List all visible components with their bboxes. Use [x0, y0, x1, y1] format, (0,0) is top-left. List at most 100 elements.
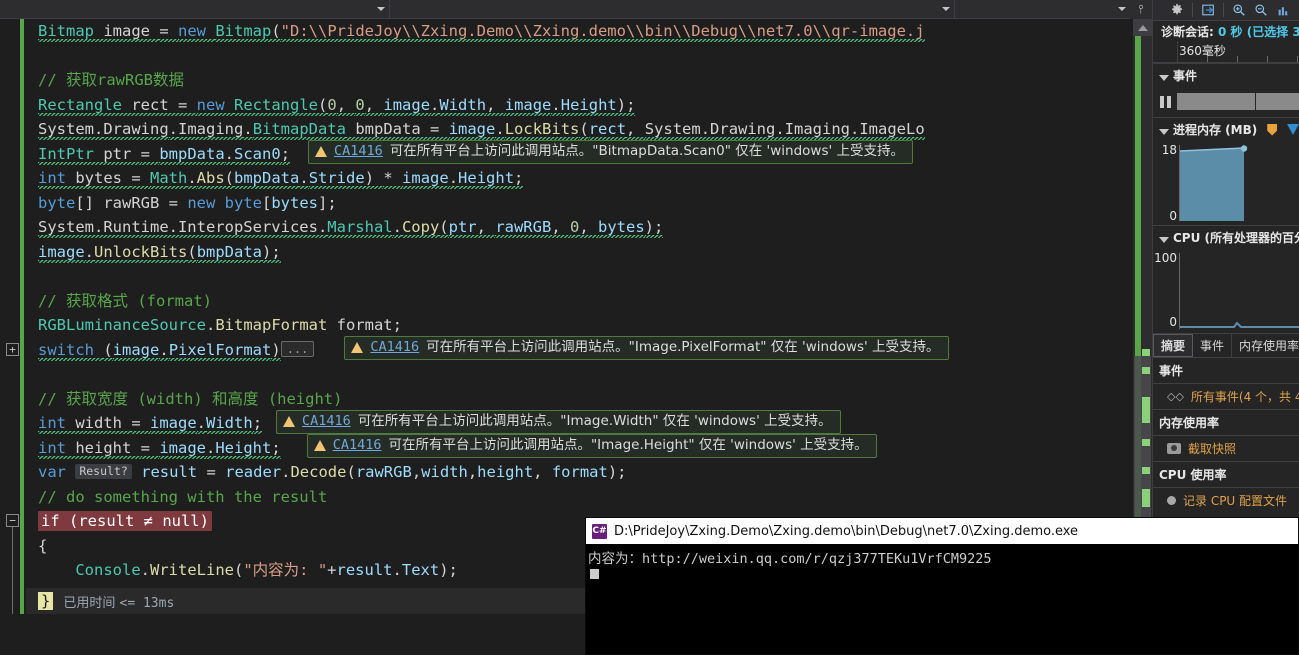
code-line[interactable]: System.Runtime.InteropServices.Marshal.C… [26, 215, 1133, 240]
highlighted-statement: if (result ≠ null) [38, 511, 212, 531]
zoom-out-icon[interactable] [1251, 1, 1271, 20]
code-token: RGBLuminanceSource [38, 316, 206, 334]
code-token: Drawing [103, 120, 169, 142]
code-text: image.UnlockBits(bmpData); [38, 242, 281, 265]
diagnostic-code-link[interactable]: CA1416 [334, 142, 383, 161]
tab-events[interactable]: 事件 [1193, 334, 1233, 357]
process-memory-section-header[interactable]: 进程内存 (MB) [1153, 117, 1299, 141]
code-token: . [187, 169, 197, 191]
take-snapshot-link[interactable]: 截取快照 [1153, 436, 1299, 461]
code-token: 0 [327, 95, 337, 118]
zoom-in-icon[interactable] [1229, 1, 1249, 20]
scrollbar-mark [1142, 489, 1150, 507]
code-token: Height [458, 169, 515, 191]
close-brace-highlight: } [38, 592, 54, 610]
diagnostic-code-link[interactable]: CA1416 [333, 436, 382, 455]
code-line[interactable]: int bytes = Math.Abs(bmpData.Stride) * i… [26, 166, 1133, 191]
diagnostic-code-link[interactable]: CA1416 [302, 412, 351, 431]
code-token: ptr [448, 218, 477, 240]
code-token: image [448, 120, 496, 142]
code-line[interactable] [26, 362, 1133, 387]
code-token: "D:\\PrideJoy\\Zxing.Demo\\Zxing.demo\\b… [280, 22, 925, 44]
ruler-tick [1237, 56, 1238, 62]
code-token: ; [252, 414, 263, 436]
code-token: , [579, 218, 598, 240]
expand-region-icon[interactable]: + [6, 342, 19, 356]
code-line[interactable]: // 获取格式 (format) [26, 289, 1133, 314]
code-line[interactable]: // 获取宽度 (width) 和高度 (height) [26, 387, 1133, 412]
code-line[interactable] [26, 264, 1133, 289]
code-token: Abs [196, 169, 225, 191]
tab-summary[interactable]: 摘要 [1153, 334, 1194, 357]
code-line[interactable]: System.Drawing.Imaging.BitmapData bmpDat… [26, 117, 1133, 142]
fold-guide-line [12, 527, 13, 619]
pause-icon[interactable] [1153, 96, 1177, 108]
code-line[interactable]: IntPtr ptr = bmpData.Scan0; CA1416 可在所有平台上… [26, 140, 1133, 167]
code-token: , [467, 463, 478, 481]
record-cpu-profile-link[interactable]: 记录 CPU 配置文件 [1153, 488, 1299, 513]
collapsed-region-box[interactable]: ... [280, 340, 315, 357]
summary-all-events-link[interactable]: ◇◇ 所有事件(4 个，共 4 [1153, 384, 1299, 409]
gear-icon[interactable] [1167, 1, 1187, 20]
editor-navigation-bar: ⫯ [0, 0, 1152, 19]
code-line[interactable]: RGBLuminanceSource.BitmapFormat format; [26, 313, 1133, 338]
code-token: . [495, 120, 505, 142]
inline-diagnostic-chip[interactable]: CA1416 可在所有平台上访问此调用站点。"Image.PixelFormat"… [344, 336, 949, 360]
code-token: = [159, 22, 178, 44]
inline-diagnostic-chip[interactable]: CA1416 可在所有平台上访问此调用站点。"Image.Height" 仅在 '… [306, 434, 877, 458]
code-token: ); [607, 463, 627, 481]
amber-marker-icon[interactable] [1267, 123, 1277, 136]
code-text: Bitmap image = new Bitmap("D:\\PrideJoy\… [38, 22, 925, 44]
cpu-line-series [1180, 321, 1299, 328]
code-token: width [66, 414, 132, 436]
code-token: , [551, 218, 570, 240]
nav-dropdown-project[interactable] [0, 0, 390, 19]
code-line[interactable]: // 获取rawRGB数据 [26, 68, 1133, 93]
code-line[interactable] [26, 44, 1133, 69]
code-token: [] rawRGB [75, 193, 169, 212]
code-line[interactable]: var Result? result = reader.Decode(rawRG… [26, 460, 1133, 485]
inline-diagnostic-chip[interactable]: CA1416 可在所有平台上访问此调用站点。"BitmapData.Scan0" … [308, 140, 914, 164]
scroll-up-arrow-icon[interactable] [1133, 19, 1152, 36]
open-in-new-icon[interactable] [1198, 1, 1218, 20]
console-title-bar[interactable]: C# D:\PrideJoy\Zxing.Demo\Zxing.demo\bin… [586, 518, 1298, 544]
elapsed-time-label: 已用时间 <= 13ms [63, 595, 175, 611]
console-window[interactable]: C# D:\PrideJoy\Zxing.Demo\Zxing.demo\bin… [585, 517, 1299, 655]
memory-plot-area [1179, 145, 1299, 221]
code-token: new [178, 22, 216, 44]
warning-triangle-icon [283, 415, 296, 427]
inline-diagnostic-chip[interactable]: CA1416 可在所有平台上访问此调用站点。"Image.Width" 仅在 'w… [276, 409, 841, 434]
code-line[interactable]: Bitmap image = new Bitmap("D:\\PrideJoy\… [26, 19, 1133, 44]
blue-marker-icon[interactable] [1287, 124, 1299, 135]
code-line[interactable]: byte[] rawRGB = new byte[bytes]; [26, 191, 1133, 216]
tab-memory-usage[interactable]: 内存使用率 [1232, 334, 1299, 357]
nav-dropdown-type[interactable] [390, 0, 955, 19]
toolbar-separator [1223, 3, 1224, 17]
cpu-section-header[interactable]: CPU (所有处理器的百分 [1153, 225, 1299, 249]
code-line[interactable]: Rectangle rect = new Rectangle(0, 0, ima… [26, 93, 1133, 118]
ruler-label: 360毫秒 [1179, 44, 1226, 58]
bar-chart-icon[interactable] [1273, 1, 1293, 20]
split-window-icon[interactable]: ⫯ [1130, 0, 1152, 19]
code-token: format [551, 463, 608, 481]
collapse-region-icon[interactable]: − [6, 514, 19, 527]
diagnostic-message: 可在所有平台上访问此调用站点。"Image.Height" 仅在 'window… [388, 437, 868, 453]
events-section-header[interactable]: 事件 [1153, 63, 1299, 87]
code-line[interactable]: int height = image.Height; CA1416 可在所有平台上访… [26, 434, 1133, 461]
code-line[interactable]: int width = image.Width; CA1416 可在所有平台上访问此… [26, 409, 1133, 436]
diagnostic-code-link[interactable]: CA1416 [370, 338, 419, 357]
code-token: Height [560, 95, 617, 118]
code-token: . [196, 414, 207, 436]
console-cursor [590, 569, 599, 579]
events-track[interactable] [1177, 93, 1299, 110]
nav-dropdown-member[interactable] [955, 0, 1130, 19]
code-text: System.Drawing.Imaging.BitmapData bmpDat… [38, 120, 925, 142]
chevron-down-icon [1159, 236, 1169, 243]
code-token: . [448, 169, 459, 191]
inline-type-hint[interactable]: Result? [75, 464, 132, 479]
code-line[interactable]: image.UnlockBits(bmpData); [26, 240, 1133, 265]
code-token: System.Runtime.InteropServices. [38, 218, 328, 240]
code-line[interactable]: + switch (image.PixelFormat)... CA1416 可在所有… [6, 336, 1133, 363]
code-token: . [205, 316, 216, 334]
code-line[interactable]: // do something with the result [26, 485, 1133, 510]
